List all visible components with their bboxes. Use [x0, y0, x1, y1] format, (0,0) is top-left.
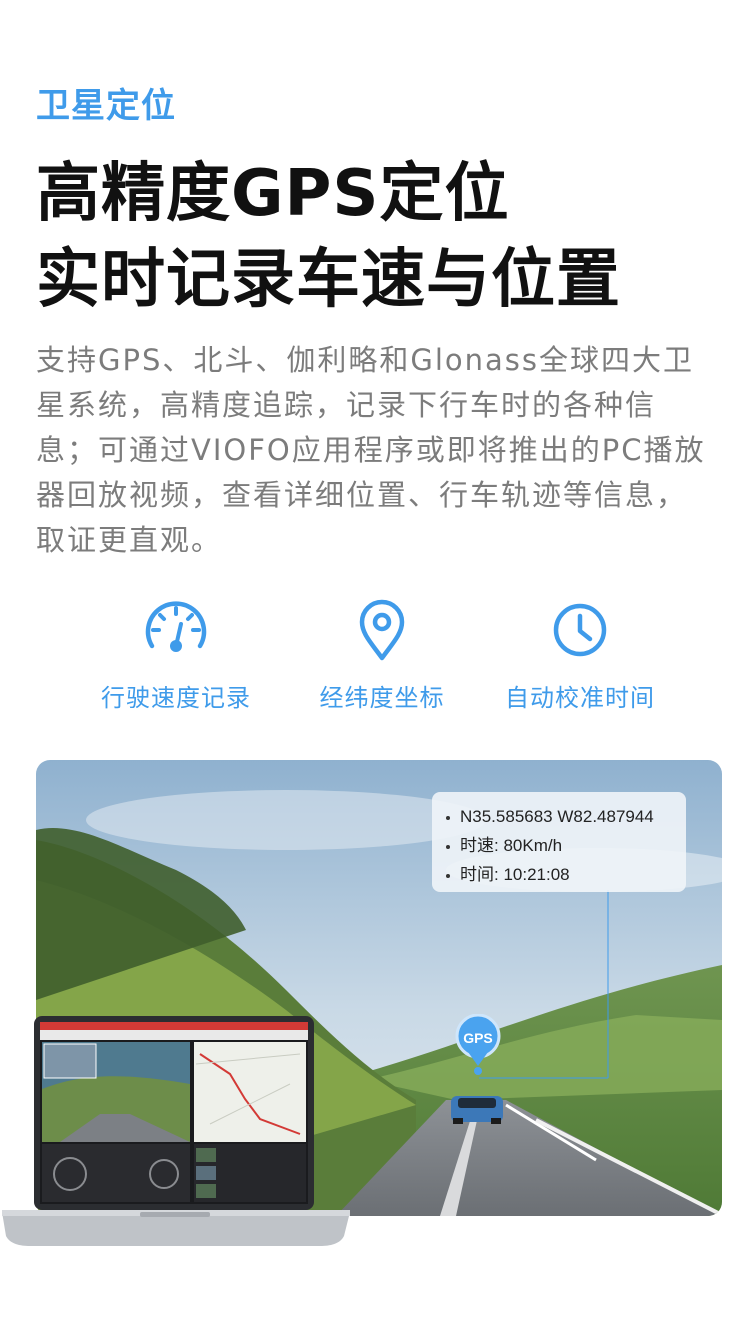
feature-label: 经纬度坐标 — [319, 684, 445, 712]
description-paragraph: 支持GPS、北斗、伽利略和Glonass全球四大卫星系统，高精度追踪，记录下行车… — [36, 343, 706, 557]
gps-speed-row: 时速: 80Km/h — [444, 831, 686, 860]
feature-speed-record: 行驶速度记录 — [66, 594, 286, 713]
bullet-icon — [446, 844, 450, 849]
gps-coords: N35.585683 W82.487944 — [460, 807, 654, 826]
gps-speed: 时速: 80Km/h — [460, 836, 563, 855]
clock-icon — [553, 603, 607, 657]
feature-time-sync: 自动校准时间 — [470, 594, 690, 713]
feature-label: 自动校准时间 — [505, 684, 655, 712]
speedometer-icon — [145, 601, 207, 652]
headline-line-1: 高精度GPS定位 — [36, 157, 510, 231]
laptop-player-image — [2, 1016, 350, 1246]
gps-time-row: 时间: 10:21:08 — [444, 860, 686, 889]
feature-coordinates: 经纬度坐标 — [272, 594, 492, 713]
gps-coords-row: N35.585683 W82.487944 — [444, 802, 686, 831]
gps-time: 时间: 10:21:08 — [460, 865, 570, 884]
gps-marker-label: GPS — [463, 1030, 493, 1046]
bullet-icon — [446, 815, 450, 820]
feature-label: 行驶速度记录 — [101, 684, 251, 712]
location-pin-icon — [359, 599, 405, 661]
section-eyebrow: 卫星定位 — [36, 86, 176, 126]
gps-info-panel: N35.585683 W82.487944 时速: 80Km/h 时间: 10:… — [432, 792, 686, 892]
bullet-icon — [446, 873, 450, 878]
headline-line-2: 实时记录车速与位置 — [36, 243, 621, 317]
